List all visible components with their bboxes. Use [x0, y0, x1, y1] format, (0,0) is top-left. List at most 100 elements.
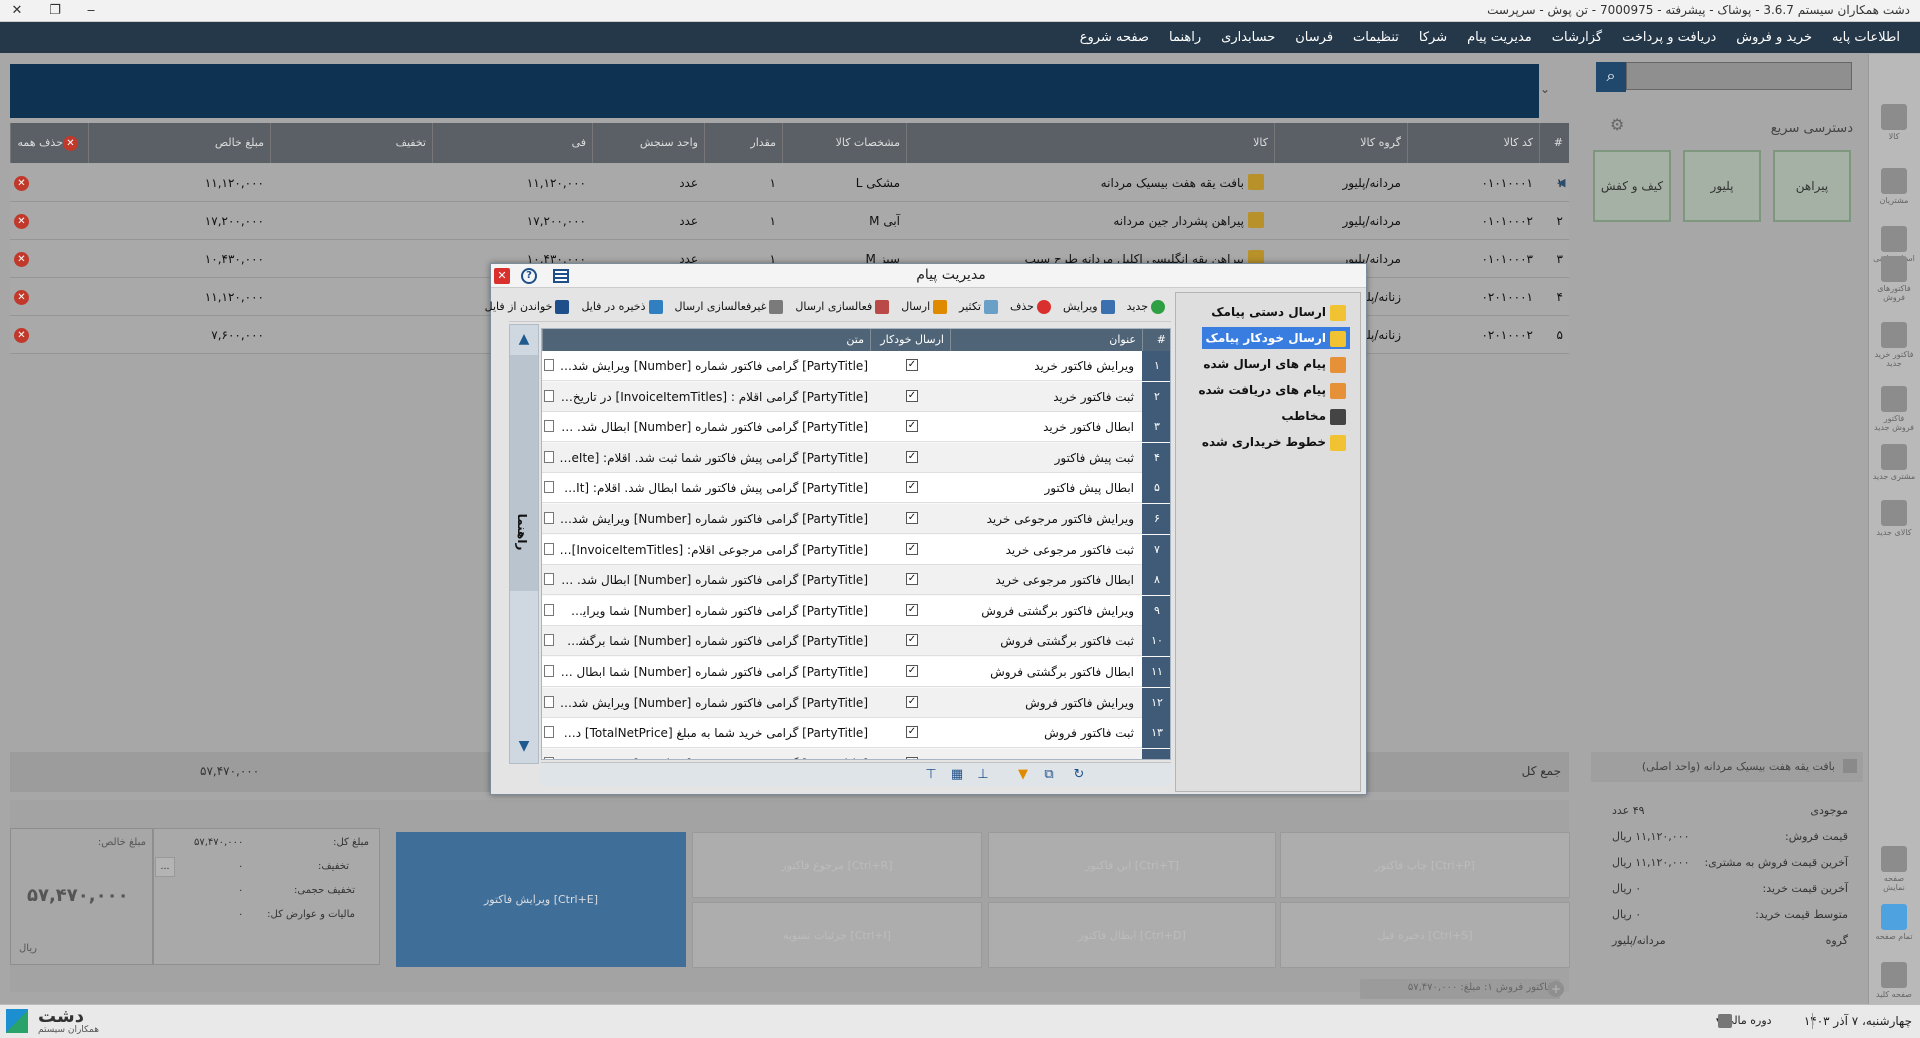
menu-item-8[interactable]: حسابداری	[1211, 22, 1285, 53]
row-checkbox-fragment[interactable]	[544, 634, 554, 647]
message-row[interactable]: ۴ ثبت پیش فاکتور ✓ [PartyTitle] گرامی پیش ف…	[542, 442, 1170, 473]
auto-send-checkbox[interactable]: ✓	[906, 420, 918, 433]
delete-row-icon[interactable]: ✕	[14, 290, 29, 305]
delete-row-icon[interactable]: ✕	[14, 328, 29, 343]
menu-item-3[interactable]: گزارشات	[1542, 22, 1612, 53]
message-row[interactable]: ۱۴ابطال فاکتور فروش ✓ [PartyTitle] گرامی ف…	[542, 748, 1170, 759]
row-checkbox-fragment[interactable]	[544, 726, 554, 739]
expand-icon[interactable]: ⊤	[923, 767, 939, 783]
message-row[interactable]: ۹ ویرایش فاکتور برگشتی فروش ✓ [PartyTitle] …	[542, 595, 1170, 626]
toolstrip-item-7[interactable]: کالای جدید	[1872, 500, 1916, 537]
dialog-close-icon[interactable]: ✕	[494, 268, 510, 284]
close-icon[interactable]: ✕	[6, 1, 28, 21]
scroll-down-icon[interactable]: ▼	[512, 734, 536, 758]
auto-send-checkbox[interactable]: ✓	[906, 481, 918, 494]
row-checkbox-fragment[interactable]	[544, 481, 554, 494]
message-row[interactable]: ۳ ابطال فاکتور خرید ✓ [PartyTitle] گرامی فا…	[542, 412, 1170, 443]
col-delete-all[interactable]: ✕حذف همه	[10, 123, 88, 163]
invoice-row[interactable]: ۲ ۰۱۰۱۰۰۰۲ مردانه/پلیور پیراهن پشردار جین م…	[10, 202, 1569, 240]
void-invoice-button[interactable]: ابطال فاکتور [Ctrl+D]	[988, 902, 1276, 968]
delete-row-icon[interactable]: ✕	[14, 214, 29, 229]
delete-row-icon[interactable]: ✕	[14, 252, 29, 267]
row-checkbox-fragment[interactable]	[544, 542, 554, 555]
menu-item-4[interactable]: مدیریت پیام	[1457, 22, 1542, 53]
auto-send-checkbox[interactable]: ✓	[906, 756, 918, 759]
add-tab-icon[interactable]: +	[1548, 981, 1564, 997]
restore-icon[interactable]: ❐	[44, 1, 66, 21]
video-icon[interactable]	[553, 269, 569, 283]
search-icon[interactable]: ⌕	[1596, 62, 1626, 92]
auto-send-checkbox[interactable]: ✓	[906, 450, 918, 463]
row-checkbox-fragment[interactable]	[544, 573, 554, 586]
delete-row-icon[interactable]: ✕	[14, 176, 29, 191]
auto-send-checkbox[interactable]: ✓	[906, 695, 918, 708]
toolstrip-item-1[interactable]: مشتریان	[1872, 168, 1916, 205]
auto-send-checkbox[interactable]: ✓	[906, 634, 918, 647]
message-row[interactable]: ۱۱ ابطال فاکتور برگشتی فروش ✓ [PartyTitle] …	[542, 657, 1170, 687]
refresh-icon[interactable]: ↻	[1071, 767, 1087, 783]
load-from-file-button[interactable]: خواندن از فایل	[479, 299, 576, 314]
toolstrip-item-9[interactable]: تمام صفحه	[1872, 904, 1916, 941]
chevron-down-icon[interactable]: ⌄	[1540, 82, 1550, 96]
help-icon[interactable]: ?	[521, 268, 537, 284]
auto-send-checkbox[interactable]: ✓	[906, 726, 918, 739]
menu-item-6[interactable]: تنظیمات	[1343, 22, 1409, 53]
menu-item-10[interactable]: صفحه شروع	[1070, 22, 1159, 53]
new-button[interactable]: جدید	[1121, 299, 1171, 314]
gear-icon[interactable]: ⚙	[1610, 116, 1628, 134]
message-row[interactable]: ۲ ثبت فاکتور خرید ✓ [PartyTitle] گرامی اقلا…	[542, 381, 1170, 412]
settlement-details-button[interactable]: جزئیات تسویه [Ctrl+I]	[692, 902, 982, 968]
duplicate-button[interactable]: تکثیر	[953, 299, 1004, 314]
auto-send-checkbox[interactable]: ✓	[906, 512, 918, 524]
row-checkbox-fragment[interactable]	[544, 665, 554, 677]
toolstrip-item-4[interactable]: فاکتور خرید جدید	[1872, 322, 1916, 368]
message-row[interactable]: ۶ ویرایش فاکتور مرجوعی خرید ✓ [PartyTitle] …	[542, 504, 1170, 534]
col-msg-text[interactable]: متن	[542, 329, 870, 351]
row-checkbox-fragment[interactable]	[544, 756, 554, 759]
auto-send-checkbox[interactable]: ✓	[906, 573, 918, 586]
filter-icon[interactable]: ▼	[1015, 767, 1031, 783]
columns-icon[interactable]: ▦	[949, 767, 965, 783]
return-invoice-button[interactable]: مرجوع فاکتور [Ctrl+R]	[692, 832, 982, 898]
menu-item-0[interactable]: اطلاعات پایه	[1822, 22, 1910, 53]
message-row[interactable]: ۱۰ ثبت فاکتور برگشتی فروش ✓ [PartyTitle] گر…	[542, 626, 1170, 657]
row-checkbox-fragment[interactable]	[544, 450, 554, 463]
row-checkbox-fragment[interactable]	[544, 603, 554, 616]
edit-button[interactable]: ویرایش	[1057, 299, 1121, 314]
col-msg-auto[interactable]: ارسال خودکار	[870, 329, 950, 351]
quick-item-pullover[interactable]: پلیور	[1683, 150, 1761, 222]
discount-value[interactable]: ۰	[238, 861, 243, 872]
enable-send-button[interactable]: فعالسازی ارسال	[789, 299, 895, 314]
invoice-tab[interactable]: فاکتور فروش ۱: مبلغ: ۵۷,۴۷۰,۰۰۰	[1360, 979, 1560, 999]
toolstrip-item-10[interactable]: صفحه کلید	[1872, 962, 1916, 999]
auto-send-checkbox[interactable]: ✓	[906, 359, 918, 371]
invoice-row[interactable]: ۱ ۰۱۰۱۰۰۰۱ مردانه/پلیور بافت یقه هفت بیسیک …	[10, 164, 1569, 202]
menu-item-9[interactable]: راهنما	[1159, 22, 1211, 53]
toolstrip-item-6[interactable]: مشتری جدید	[1872, 444, 1916, 481]
toolstrip-item-0[interactable]: کالا	[1872, 104, 1916, 141]
message-row[interactable]: ۱ ویرایش فاکتور خرید ✓ [PartyTitle] گرامی ف…	[542, 351, 1170, 381]
discount-more-button[interactable]: …	[155, 857, 175, 877]
help-side-tab[interactable]: ▲ ▼ راهنما	[509, 324, 539, 764]
quick-item-shirt[interactable]: پیراهن	[1773, 150, 1851, 222]
nav-item-1[interactable]: ارسال خودکار پیامک	[1201, 327, 1350, 349]
edit-invoice-button[interactable]: ویرایش فاکتور [Ctrl+E]	[396, 832, 686, 967]
save-to-file-button[interactable]: ذخیره در فایل	[575, 299, 668, 314]
nav-item-4[interactable]: مخاطب	[1277, 405, 1350, 427]
delete-button[interactable]: حذف	[1004, 299, 1057, 314]
menu-item-7[interactable]: فرسان	[1285, 22, 1343, 53]
row-checkbox-fragment[interactable]	[544, 359, 554, 371]
copy-invoice-button[interactable]: ابن فاکتور [Ctrl+T]	[988, 832, 1276, 898]
message-row[interactable]: ۱۲ ویرایش فاکتور فروش ✓ [PartyTitle] گرامی …	[542, 687, 1170, 718]
row-checkbox-fragment[interactable]	[544, 389, 554, 402]
save-prev-button[interactable]: ذخیره قبل [Ctrl+S]	[1280, 902, 1570, 968]
nav-item-3[interactable]: پیام های دریافت شده	[1194, 379, 1350, 401]
row-checkbox-fragment[interactable]	[544, 512, 554, 524]
print-invoice-button[interactable]: چاپ فاکتور [Ctrl+P]	[1280, 832, 1570, 898]
scroll-up-icon[interactable]: ▲	[512, 327, 536, 351]
row-checkbox-fragment[interactable]	[544, 695, 554, 708]
search-input[interactable]	[1626, 62, 1852, 90]
copy-icon[interactable]: ⧉	[1041, 767, 1057, 783]
send-button[interactable]: ارسال	[895, 299, 953, 314]
menu-item-5[interactable]: شرکا	[1409, 22, 1457, 53]
